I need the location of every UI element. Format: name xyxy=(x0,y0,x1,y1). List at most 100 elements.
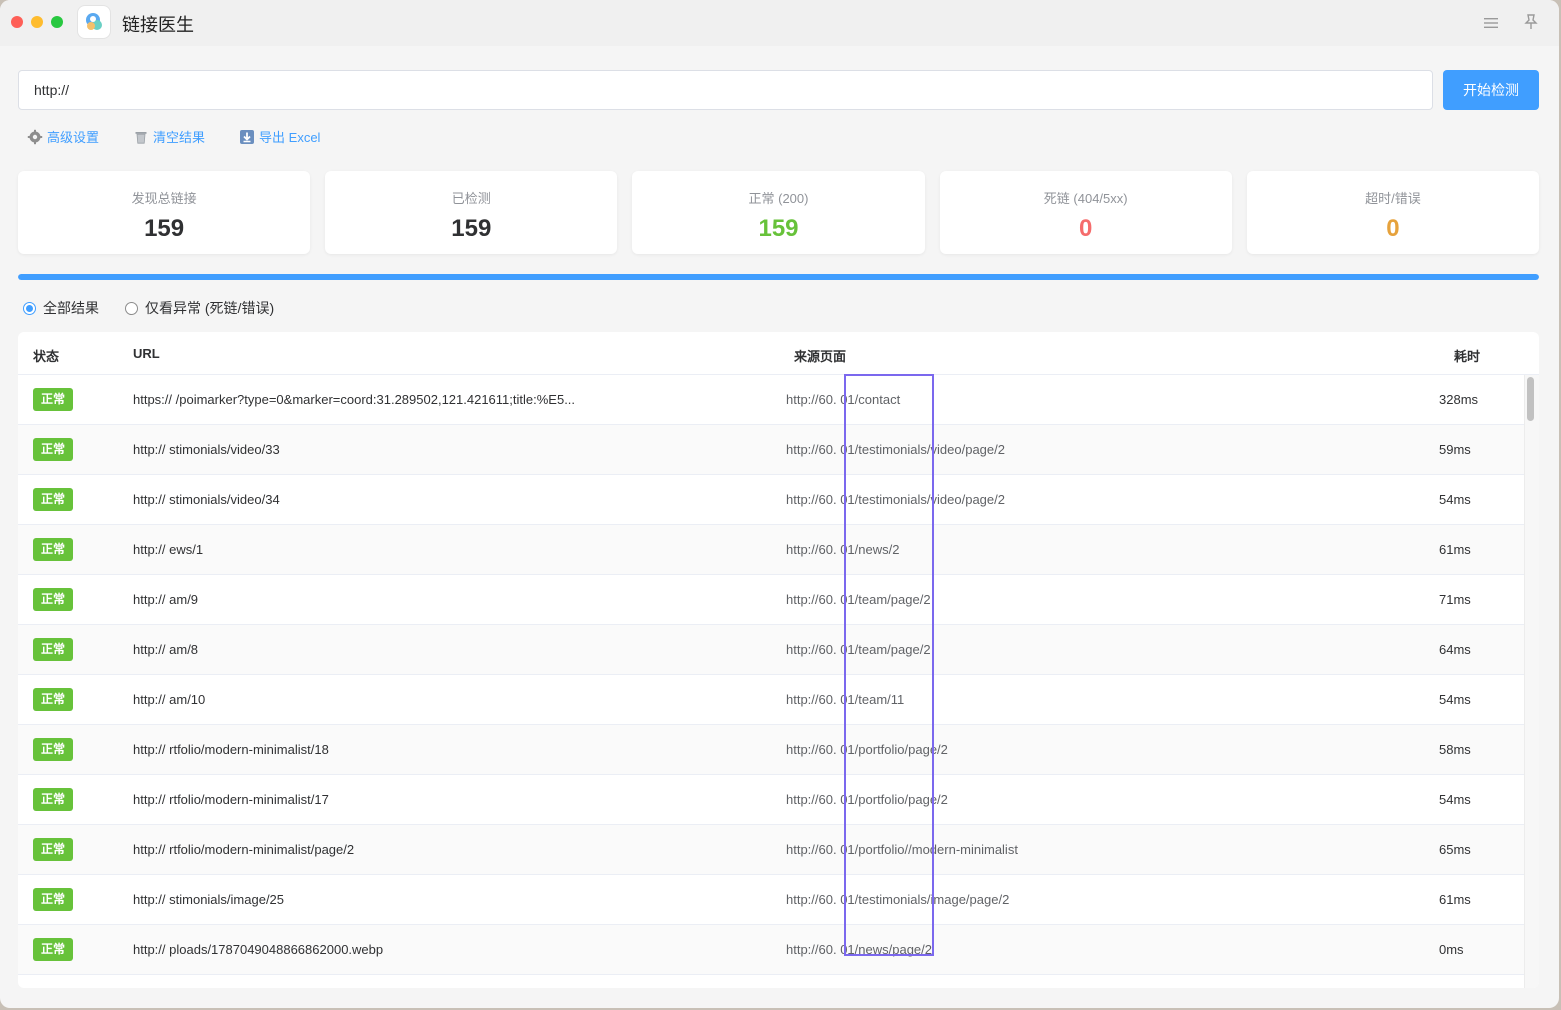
duration-cell: 59ms xyxy=(1439,442,1471,457)
source-page-cell: http://60. 01/portfolio//modern-minimali… xyxy=(786,842,1018,857)
status-badge: 正常 xyxy=(33,638,74,661)
toolbar: 高级设置 清空结果 导出 Excel xyxy=(27,127,320,146)
table-row[interactable]: 正常 http:// ploads/1787049048866862000.web… xyxy=(18,925,1525,975)
table-row[interactable]: 正常 https:// /poimarker?type=0&marker=coor… xyxy=(18,375,1525,425)
scrollbar-track[interactable] xyxy=(1524,375,1539,988)
duration-cell: 54ms xyxy=(1439,792,1471,807)
advanced-settings-link[interactable]: 高级设置 xyxy=(27,127,99,146)
stat-label: 发现总链接 xyxy=(131,191,197,206)
source-page-cell: http://60. 01/testimonials/image/page/2 xyxy=(786,892,1010,907)
url-cell[interactable]: http:// am/9 xyxy=(133,575,198,624)
stat-card-ok: 正常 (200) 159 xyxy=(632,171,925,254)
source-page-cell: http://60. 01/portfolio/page/2 xyxy=(786,742,948,757)
status-badge: 正常 xyxy=(33,538,74,561)
close-window-button[interactable] xyxy=(11,16,23,28)
status-badge: 正常 xyxy=(33,838,74,861)
status-badge: 正常 xyxy=(33,938,74,961)
results-table: 状态 URL 来源页面 耗时 正常 https:// /poimarker?typ… xyxy=(18,332,1539,988)
status-badge: 正常 xyxy=(33,888,74,911)
app-logo-icon xyxy=(78,6,110,38)
table-row[interactable]: 正常 http:// stimonials/image/25 http://60. … xyxy=(18,875,1525,925)
duration-cell: 54ms xyxy=(1439,692,1471,707)
download-icon xyxy=(240,129,255,144)
hamburger-menu-icon[interactable] xyxy=(1481,13,1501,33)
export-excel-label: 导出 Excel xyxy=(259,130,321,145)
table-row[interactable]: 正常 http:// am/10 http://60. 01/team/11 54ms xyxy=(18,675,1525,725)
duration-cell: 61ms xyxy=(1439,542,1471,557)
source-page-cell: http://60. 01/portfolio/page/2 xyxy=(786,792,948,807)
url-cell[interactable]: http:// rtfolio/modern-minimalist/18 xyxy=(133,725,329,774)
stat-label: 死链 (404/5xx) xyxy=(1043,191,1128,206)
filter-abnormal-radio[interactable]: 仅看异常 (死链/错误) xyxy=(125,298,274,318)
header-source[interactable]: 来源页面 xyxy=(794,346,846,365)
url-cell[interactable]: http:// stimonials/video/34 xyxy=(133,475,280,524)
minimize-window-button[interactable] xyxy=(31,16,43,28)
gear-icon xyxy=(27,129,43,144)
stat-value: 159 xyxy=(451,215,492,242)
pin-icon[interactable] xyxy=(1521,12,1541,32)
source-page-cell: http://60. 01/testimonials/video/page/2 xyxy=(786,492,1005,507)
table-row[interactable]: 正常 http:// am/9 http://60. 01/team/page/2 7… xyxy=(18,575,1525,625)
duration-cell: 328ms xyxy=(1439,392,1479,407)
app-window: 链接医生 开始检测 高级设置 xyxy=(0,0,1559,1008)
url-input[interactable] xyxy=(18,70,1433,110)
url-cell[interactable]: http:// am/10 xyxy=(133,675,205,724)
radio-unchecked-icon xyxy=(125,301,138,315)
progress-fill xyxy=(18,274,1539,280)
stat-card-dead: 死链 (404/5xx) 0 xyxy=(939,171,1232,254)
status-badge: 正常 xyxy=(33,788,74,811)
status-badge: 正常 xyxy=(33,738,74,761)
clear-results-link[interactable]: 清空结果 xyxy=(133,127,205,146)
url-cell[interactable]: http:// stimonials/video/33 xyxy=(133,425,280,474)
url-cell[interactable]: http:// ews/1 xyxy=(133,525,203,574)
stats-row: 发现总链接 159 已检测 159 正常 (200) 159 死链 (404/5… xyxy=(18,171,1540,254)
source-page-cell: http://60. 01/team/page/2 xyxy=(786,642,931,657)
header-time[interactable]: 耗时 xyxy=(1454,346,1480,365)
status-badge: 正常 xyxy=(33,438,74,461)
scrollbar-thumb[interactable] xyxy=(1527,377,1534,421)
clear-results-label: 清空结果 xyxy=(153,130,206,145)
header-url[interactable]: URL xyxy=(133,346,160,361)
filter-abnormal-label: 仅看异常 (死链/错误) xyxy=(145,300,275,316)
url-cell[interactable]: http:// am/8 xyxy=(133,625,198,674)
table-row[interactable]: 正常 http:// rtfolio/modern-minimalist/page… xyxy=(18,825,1525,875)
duration-cell: 71ms xyxy=(1439,592,1471,607)
url-cell[interactable]: http:// ploads/1787049048866862000.webp xyxy=(133,925,383,974)
zoom-window-button[interactable] xyxy=(51,16,63,28)
stat-value: 0 xyxy=(1386,215,1400,242)
status-badge: 正常 xyxy=(33,588,74,611)
status-badge: 正常 xyxy=(33,388,74,411)
filter-all-label: 全部结果 xyxy=(43,300,99,316)
table-row[interactable]: 正常 http:// rtfolio/modern-minimalist/18 ht… xyxy=(18,725,1525,775)
duration-cell: 0ms xyxy=(1439,942,1464,957)
table-row[interactable]: 正常 http:// stimonials/video/33 http://60. … xyxy=(18,425,1525,475)
url-cell[interactable]: http:// rtfolio/modern-minimalist/17 xyxy=(133,775,329,824)
table-row[interactable]: 正常 http:// ews/1 http://60. 01/news/2 61ms xyxy=(18,525,1525,575)
source-page-cell: http://60. 01/team/11 xyxy=(786,692,905,707)
url-cell[interactable]: http:// rtfolio/modern-minimalist/page/2 xyxy=(133,825,354,874)
stat-value: 159 xyxy=(758,215,799,242)
duration-cell: 64ms xyxy=(1439,642,1471,657)
trash-icon xyxy=(135,131,147,144)
filter-all-radio[interactable]: 全部结果 xyxy=(23,298,99,318)
table-row[interactable]: 正常 http:// stimonials/video/34 http://60. … xyxy=(18,475,1525,525)
status-badge: 正常 xyxy=(33,688,74,711)
table-row[interactable]: 正常 http:// rtfolio/modern-minimalist/17 ht… xyxy=(18,775,1525,825)
export-excel-link[interactable]: 导出 Excel xyxy=(239,127,320,146)
radio-checked-icon xyxy=(23,301,36,315)
table-header: 状态 URL 来源页面 耗时 xyxy=(18,332,1539,375)
source-page-cell: http://60. 01/team/page/2 xyxy=(786,592,931,607)
duration-cell: 58ms xyxy=(1439,742,1471,757)
table-body: 正常 https:// /poimarker?type=0&marker=coor… xyxy=(18,375,1525,988)
source-page-cell: http://60. 01/contact xyxy=(786,392,901,407)
duration-cell: 54ms xyxy=(1439,492,1471,507)
app-title: 链接医生 xyxy=(122,15,194,35)
header-status[interactable]: 状态 xyxy=(33,346,59,365)
stat-label: 已检测 xyxy=(451,191,491,206)
start-check-button[interactable]: 开始检测 xyxy=(1443,70,1539,110)
url-cell[interactable]: https:// /poimarker?type=0&marker=coord:… xyxy=(133,375,575,424)
source-page-cell: http://60. 01/news/page/2 xyxy=(786,942,932,957)
table-row[interactable]: 正常 http:// am/8 http://60. 01/team/page/2 6… xyxy=(18,625,1525,675)
url-cell[interactable]: http:// stimonials/image/25 xyxy=(133,875,284,924)
stat-value: 159 xyxy=(144,215,185,242)
